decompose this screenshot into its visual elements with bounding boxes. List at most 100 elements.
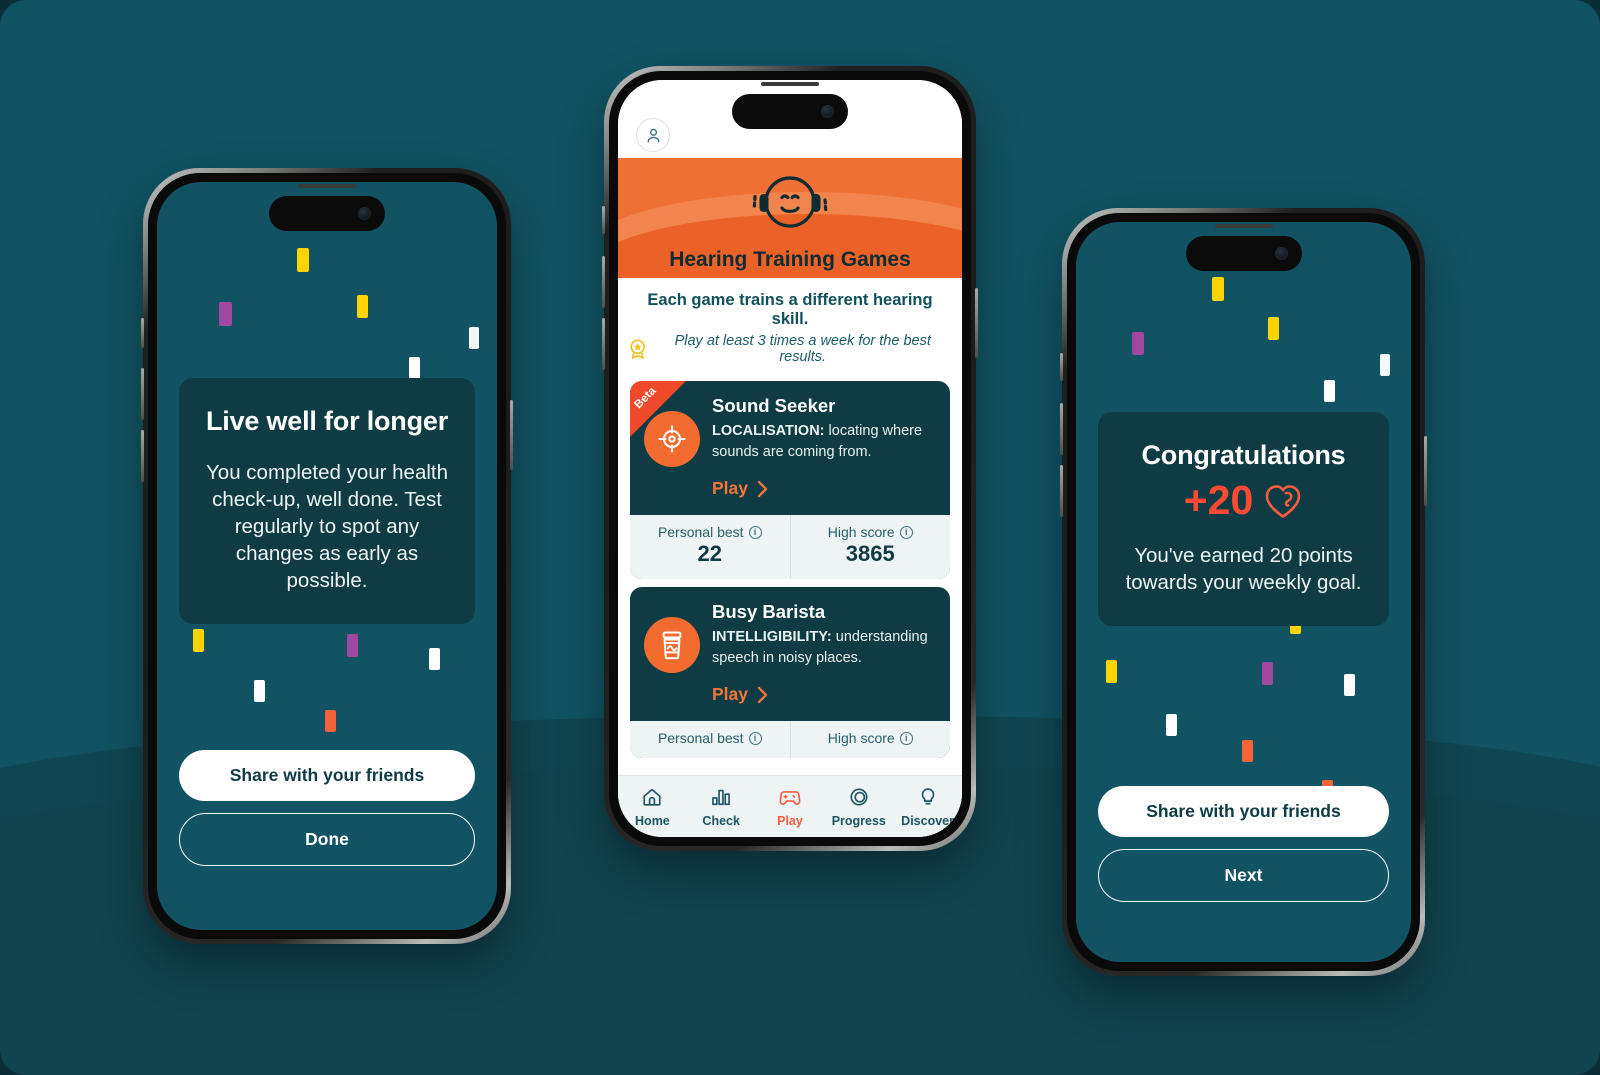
confetti-piece [219, 302, 232, 326]
info-icon[interactable]: i [748, 731, 762, 745]
tab-play[interactable]: Play [756, 786, 825, 828]
circles-icon [850, 787, 868, 806]
bar-chart-icon [712, 789, 731, 805]
tab-check[interactable]: Check [687, 786, 756, 828]
headphones-smiley-icon [744, 164, 836, 243]
confetti-piece [1212, 277, 1224, 301]
confetti-piece [193, 629, 204, 652]
left-button-stack: Share with your friends Done [179, 750, 475, 866]
phone-left-screen: Live well for longer You completed your … [157, 182, 497, 930]
personal-best-cell: Personal best i 22 [630, 515, 791, 580]
game-card-text: Busy Barista INTELLIGIBILITY: understand… [712, 601, 936, 705]
info-icon[interactable]: i [899, 731, 913, 745]
subtitle-line-2-row: Play at least 3 times a week for the bes… [628, 333, 952, 365]
game-card-sound-seeker[interactable]: Beta Sound Seeker LOCALISATION: locating… [630, 381, 951, 580]
volume-down-button[interactable] [141, 430, 144, 482]
confetti-piece [254, 680, 265, 702]
volume-down-button[interactable] [602, 318, 605, 370]
tab-progress-label: Progress [831, 813, 886, 828]
next-button[interactable]: Next [1098, 849, 1389, 902]
earpiece-speaker [1214, 224, 1273, 228]
confetti-piece [409, 357, 420, 379]
confetti-piece [1242, 740, 1253, 762]
confetti-piece [1262, 662, 1273, 685]
confetti-piece [347, 634, 358, 657]
front-camera-icon [821, 105, 834, 118]
info-icon[interactable]: i [899, 525, 913, 539]
volume-button[interactable] [141, 318, 144, 348]
personal-best-value: 22 [697, 541, 722, 567]
high-score-label: High score [827, 524, 895, 541]
confetti-piece [429, 648, 440, 670]
volume-up-button[interactable] [1060, 403, 1063, 455]
mute-switch[interactable] [1060, 353, 1063, 381]
tab-play-label: Play [777, 813, 803, 828]
earpiece-speaker [761, 82, 819, 86]
mute-switch[interactable] [602, 206, 605, 234]
lightbulb-icon [921, 787, 934, 805]
medal-star-icon [630, 339, 646, 359]
game-card-busy-barista[interactable]: Busy Barista INTELLIGIBILITY: understand… [630, 587, 951, 759]
confetti-piece [1344, 674, 1355, 696]
high-score-cell: High score i [791, 721, 951, 758]
heart-ear-icon [1265, 484, 1301, 518]
front-camera-icon [1274, 247, 1288, 260]
personal-best-cell: Personal best i [630, 721, 791, 759]
confetti-piece [1268, 317, 1279, 340]
game-card-body: Busy Barista INTELLIGIBILITY: understand… [630, 587, 950, 721]
phone-middle-device: Hearing Training Games Each game trains … [602, 66, 978, 851]
personal-best-label-row: Personal best i [634, 524, 786, 540]
high-score-cell: High score i 3865 [791, 515, 951, 579]
phone-right-screen: Congratulations +20 You've earned 20 poi… [1076, 222, 1411, 962]
high-score-value: 3865 [845, 541, 895, 567]
share-with-friends-button[interactable]: Share with your friends [1098, 786, 1389, 837]
tab-discover-label: Discover [901, 813, 954, 828]
volume-up-button[interactable] [141, 368, 144, 420]
tab-discover[interactable]: Discover [893, 786, 962, 828]
tab-home-label: Home [635, 813, 670, 828]
done-button[interactable]: Done [179, 813, 475, 866]
front-camera-icon [358, 207, 371, 220]
profile-avatar-button[interactable] [636, 118, 670, 152]
power-button[interactable] [975, 288, 978, 358]
app-hero-banner: Hearing Training Games [618, 158, 962, 278]
tab-progress[interactable]: Progress [824, 786, 893, 828]
confetti-piece [325, 710, 336, 732]
game-score-row: Personal best i High score i [630, 721, 951, 759]
confetti-piece [1380, 354, 1390, 376]
volume-down-button[interactable] [1060, 465, 1063, 517]
hero-title: Hearing Training Games [669, 248, 911, 271]
info-icon[interactable]: i [748, 525, 762, 539]
user-avatar-icon [647, 128, 659, 143]
points-value: +20 [1183, 477, 1254, 523]
game-title: Sound Seeker [712, 395, 836, 416]
chevron-right-icon [757, 686, 768, 703]
confetti-piece [297, 248, 309, 272]
play-button-sound-seeker[interactable]: Play [712, 478, 769, 499]
personal-best-label: Personal best [657, 524, 744, 541]
volume-up-button[interactable] [602, 256, 605, 308]
high-score-label-row: High score i [795, 730, 947, 746]
game-description: INTELLIGIBILITY: understanding speech in… [712, 627, 936, 668]
play-label: Play [712, 478, 748, 499]
personal-best-label-row: Personal best i [634, 730, 786, 746]
power-button[interactable] [510, 400, 513, 470]
points-earned-row: +20 [1120, 477, 1367, 524]
card-body: You completed your health check-up, well… [206, 461, 448, 593]
game-skill-label: LOCALISATION: [712, 423, 825, 439]
tab-home[interactable]: Home [618, 786, 687, 828]
share-with-friends-button[interactable]: Share with your friends [179, 750, 475, 801]
dynamic-island [269, 196, 385, 231]
screenshot-canvas: Live well for longer You completed your … [0, 0, 1600, 1075]
game-description: LOCALISATION: locating where sounds are … [712, 421, 936, 462]
power-button[interactable] [1424, 436, 1427, 506]
tab-check-label: Check [702, 813, 740, 828]
card-title: Congratulations [1141, 440, 1346, 470]
beta-ribbon: Beta [630, 381, 704, 455]
subtitle-line-1: Each game trains a different hearing ski… [647, 291, 933, 328]
phone-left-device: Live well for longer You completed your … [141, 168, 513, 944]
phone-right-device: Congratulations +20 You've earned 20 poi… [1060, 208, 1427, 976]
play-button-busy-barista[interactable]: Play [712, 684, 769, 705]
personal-best-label: Personal best [657, 730, 744, 747]
game-card-text: Sound Seeker LOCALISATION: locating wher… [712, 395, 936, 499]
